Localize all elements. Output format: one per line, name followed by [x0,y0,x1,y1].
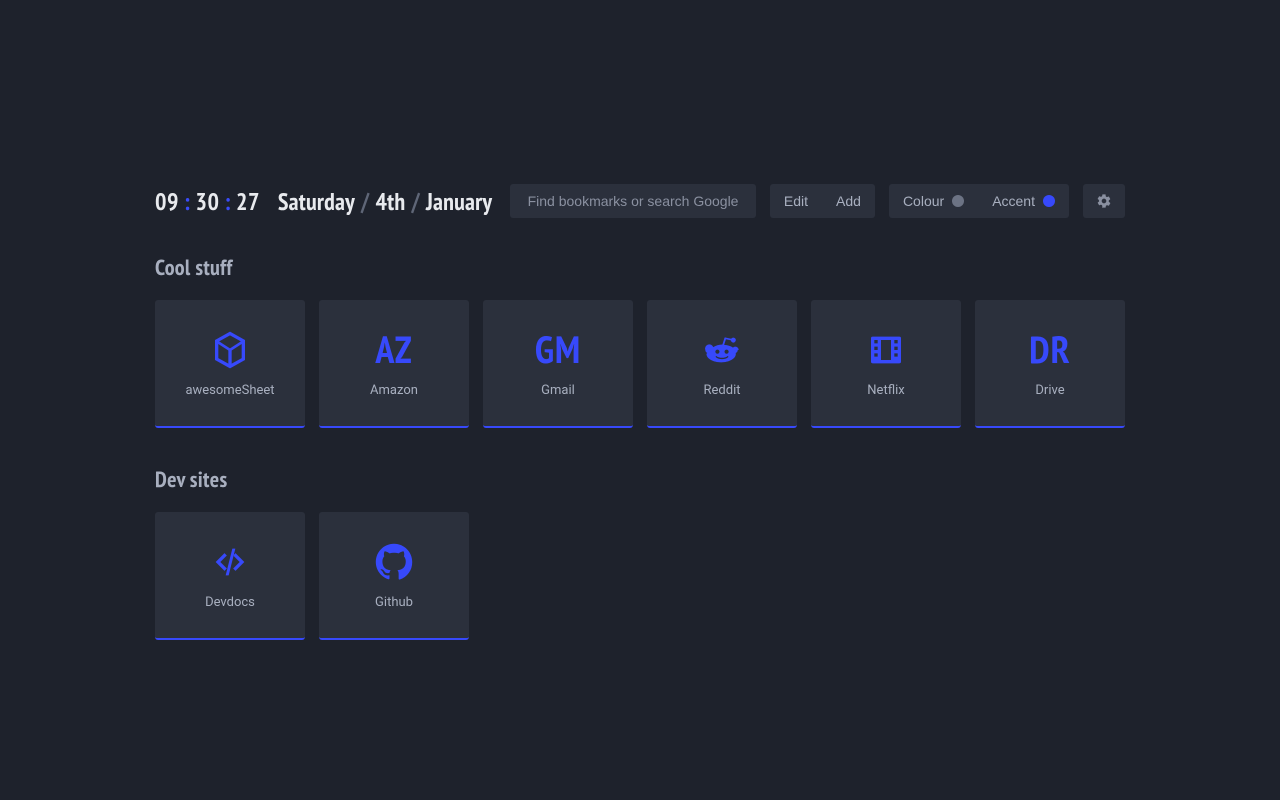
tile-letters: GM [535,329,581,371]
tile-label: Reddit [704,383,741,398]
tile-label: Amazon [370,383,418,398]
settings-button[interactable] [1083,184,1125,218]
reddit-icon [702,329,742,371]
film-icon [865,329,907,371]
tile-letters-text: GM [535,325,581,374]
colour-button[interactable]: Colour [889,184,978,218]
github-icon [375,541,413,583]
edit-button[interactable]: Edit [770,184,822,218]
date-daynum: 4th [375,186,405,217]
colour-swatch-icon [952,195,964,207]
gear-icon [1096,193,1112,209]
bookmark-tile[interactable]: Devdocs [155,512,305,640]
date-separator: / [411,186,420,217]
clock-separator: : [224,186,231,217]
accent-button[interactable]: Accent [978,184,1069,218]
date-dayname: Saturday [278,186,355,217]
settings-group [1083,184,1125,218]
clock-minutes: 30 [195,186,219,217]
group-title: Cool stuff [155,254,1125,282]
theme-group: Colour Accent [889,184,1069,218]
tile-label: Gmail [541,383,575,398]
tile-letters-text: AZ [375,325,412,374]
tile-label: Devdocs [205,595,255,610]
clock: 09 : 30 : 27 [155,186,260,217]
search-input[interactable] [510,184,756,218]
code-icon [209,541,251,583]
tile-label: Github [375,595,413,610]
tile-label: Netflix [867,383,904,398]
tile-label: awesomeSheet [185,383,274,398]
tile-letters: DR [1029,329,1070,371]
clock-hours: 09 [155,186,179,217]
bookmark-tile[interactable]: Reddit [647,300,797,428]
search-wrapper [510,184,756,218]
group-title: Dev sites [155,466,1125,494]
add-button[interactable]: Add [822,184,875,218]
clock-separator: : [184,186,191,217]
tile-letters-text: DR [1029,325,1070,374]
header-bar: 09 : 30 : 27 Saturday / 4th / January Ed… [155,184,1125,218]
main-container: 09 : 30 : 27 Saturday / 4th / January Ed… [155,0,1125,640]
bookmark-tile[interactable]: Netflix [811,300,961,428]
accent-swatch-icon [1043,195,1055,207]
d20-icon [210,329,250,371]
bookmark-grid: Devdocs Github [155,512,1125,640]
bookmark-tile[interactable]: Github [319,512,469,640]
bookmark-tile[interactable]: GM Gmail [483,300,633,428]
date-separator: / [361,186,370,217]
colour-label: Colour [903,193,944,209]
tile-label: Drive [1035,383,1064,398]
bookmark-tile[interactable]: DR Drive [975,300,1125,428]
date: Saturday / 4th / January [278,186,492,217]
bookmark-tile[interactable]: AZ Amazon [319,300,469,428]
tile-letters: AZ [375,329,412,371]
clock-seconds: 27 [236,186,260,217]
bookmark-grid: awesomeSheet AZ Amazon GM Gmail Reddit Netflix… [155,300,1125,428]
bookmark-tile[interactable]: awesomeSheet [155,300,305,428]
accent-label: Accent [992,193,1035,209]
date-month: January [426,186,492,217]
edit-add-group: Edit Add [770,184,875,218]
